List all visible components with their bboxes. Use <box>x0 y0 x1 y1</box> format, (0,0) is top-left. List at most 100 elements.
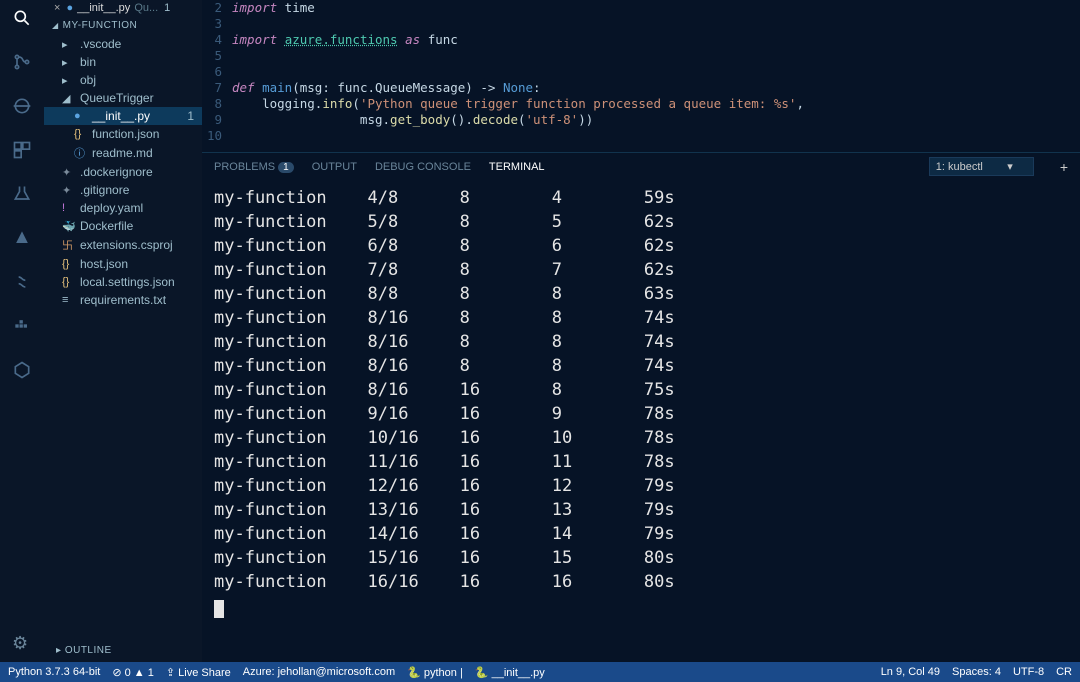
code-content: def main(msg: func.QueueMessage) -> None… <box>232 80 541 96</box>
terminal-selector[interactable]: 1: kubectl ▾ <box>929 157 1034 176</box>
problems-badge: 1 <box>278 162 294 173</box>
tree-item-label: deploy.yaml <box>80 201 143 215</box>
docker-icon[interactable] <box>10 314 34 338</box>
status-venv[interactable]: 🐍 python | <box>407 666 463 679</box>
status-problems[interactable]: ⊘ 0 ▲ 1 <box>112 666 154 679</box>
file-icon: ✦ <box>62 184 76 197</box>
file-icon: 卐 <box>62 237 76 253</box>
tree-item[interactable]: ✦.dockerignore <box>44 163 202 181</box>
tree-item[interactable]: {} local.settings.json <box>44 273 202 291</box>
modified-dot-icon: ● <box>66 2 73 14</box>
code-content: logging.info('Python queue trigger funct… <box>232 96 804 112</box>
code-line[interactable]: 9 msg.get_body().decode('utf-8')) <box>202 112 1080 128</box>
file-icon: {} <box>62 258 76 270</box>
status-cursor[interactable]: Ln 9, Col 49 <box>881 666 940 678</box>
line-number: 5 <box>202 48 232 64</box>
explorer-root[interactable]: ◢ MY-FUNCTION <box>44 16 202 35</box>
tree-item[interactable]: ✦.gitignore <box>44 181 202 199</box>
tree-item-label: extensions.csproj <box>80 238 173 252</box>
file-icon: {} <box>62 276 76 288</box>
tab-badge: 1 <box>164 2 170 14</box>
file-icon: {} <box>74 128 88 140</box>
code-line[interactable]: 5 <box>202 48 1080 64</box>
tree-item-label: .dockerignore <box>80 165 153 179</box>
explorer-sidebar: × ● __init__.py Qu... 1 ◢ MY-FUNCTION ▸.… <box>44 0 202 662</box>
code-editor[interactable]: 2import time34import azure.functions as … <box>202 0 1080 152</box>
file-icon: ● <box>74 110 88 122</box>
tab-debug-console[interactable]: DEBUG CONSOLE <box>375 161 471 173</box>
code-line[interactable]: 4import azure.functions as func <box>202 32 1080 48</box>
extensions-icon[interactable] <box>10 138 34 162</box>
tree-item[interactable]: {} host.json <box>44 255 202 273</box>
azure-icon[interactable] <box>10 226 34 250</box>
tree-item[interactable]: ▸.vscode <box>44 35 202 53</box>
tree-item-label: .vscode <box>80 37 121 51</box>
tab-output[interactable]: OUTPUT <box>312 161 357 173</box>
file-icon: ! <box>62 202 76 214</box>
kubernetes-icon[interactable] <box>10 358 34 382</box>
tree-item[interactable]: ▸ obj <box>44 71 202 89</box>
search-icon[interactable] <box>10 6 34 30</box>
file-tree: ▸.vscode▸bin ▸ obj ◢QueueTrigger ● __init__.p… <box>44 35 202 309</box>
file-icon: ≡ <box>62 294 76 306</box>
explorer-root-label: MY-FUNCTION <box>63 20 138 31</box>
status-spaces[interactable]: Spaces: 4 <box>952 666 1001 678</box>
code-content: msg.get_body().decode('utf-8')) <box>232 112 593 128</box>
tree-item-badge: 1 <box>187 109 194 123</box>
tab-problems[interactable]: PROBLEMS1 <box>214 161 294 173</box>
line-number: 7 <box>202 80 232 96</box>
tree-item-label: local.settings.json <box>80 275 175 289</box>
tree-item[interactable]: ▸bin <box>44 53 202 71</box>
open-editor-tab[interactable]: × ● __init__.py Qu... 1 <box>44 0 202 16</box>
tree-item[interactable]: ● __init__.py 1 <box>44 107 202 125</box>
editor-area: 2import time34import azure.functions as … <box>202 0 1080 662</box>
chevron-down-icon: ◢ <box>52 21 59 30</box>
terminal[interactable]: my-function 4/8 8 4 59s my-function 5/8 … <box>202 180 1080 662</box>
code-line[interactable]: 6 <box>202 64 1080 80</box>
code-content: import time <box>232 0 315 16</box>
tree-item[interactable]: ≡requirements.txt <box>44 291 202 309</box>
tree-item-label: obj <box>80 73 96 87</box>
file-icon: 🐳 <box>62 220 76 233</box>
panel-tabs: PROBLEMS1 OUTPUT DEBUG CONSOLE TERMINAL … <box>202 152 1080 180</box>
tree-item[interactable]: ⓘreadme.md <box>44 143 202 163</box>
tree-item-label: bin <box>80 55 96 69</box>
source-control-icon[interactable] <box>10 50 34 74</box>
code-line[interactable]: 8 logging.info('Python queue trigger fun… <box>202 96 1080 112</box>
tab-terminal[interactable]: TERMINAL <box>489 161 545 173</box>
gear-icon[interactable]: ⚙ <box>12 633 28 654</box>
status-bar: Python 3.7.3 64-bit ⊘ 0 ▲ 1 ⇪ Live Share… <box>0 662 1080 682</box>
close-icon[interactable]: × <box>54 2 60 14</box>
test-icon[interactable] <box>10 182 34 206</box>
status-file[interactable]: 🐍 __init__.py <box>475 666 545 679</box>
code-line[interactable]: 7def main(msg: func.QueueMessage) -> Non… <box>202 80 1080 96</box>
line-number: 8 <box>202 96 232 112</box>
debug-icon[interactable] <box>10 94 34 118</box>
line-number: 9 <box>202 112 232 128</box>
status-eol[interactable]: CR <box>1056 666 1072 678</box>
tree-item-label: Dockerfile <box>80 219 133 233</box>
tree-item[interactable]: 🐳 Dockerfile <box>44 217 202 235</box>
tree-item-label: __init__.py <box>92 109 150 123</box>
code-line[interactable]: 3 <box>202 16 1080 32</box>
code-line[interactable]: 10 <box>202 128 1080 144</box>
status-liveshare[interactable]: ⇪ Live Share <box>166 666 231 679</box>
new-terminal-button[interactable]: + <box>1060 159 1068 175</box>
status-encoding[interactable]: UTF-8 <box>1013 666 1044 678</box>
tree-item[interactable]: 卐 extensions.csproj <box>44 235 202 255</box>
live-preview-icon[interactable] <box>10 270 34 294</box>
status-azure[interactable]: Azure: jehollan@microsoft.com <box>243 666 395 678</box>
status-python[interactable]: Python 3.7.3 64-bit <box>8 666 100 678</box>
outline-section[interactable]: ▸ OUTLINE <box>48 641 120 660</box>
tree-item-label: readme.md <box>92 146 153 160</box>
tree-item[interactable]: {}function.json <box>44 125 202 143</box>
line-number: 6 <box>202 64 232 80</box>
file-icon: ▸ <box>62 74 76 87</box>
tree-item[interactable]: ! deploy.yaml <box>44 199 202 217</box>
tree-item-label: host.json <box>80 257 128 271</box>
code-line[interactable]: 2import time <box>202 0 1080 16</box>
terminal-cursor <box>214 600 224 618</box>
tree-item[interactable]: ◢QueueTrigger <box>44 89 202 107</box>
line-number: 2 <box>202 0 232 16</box>
tree-item-label: QueueTrigger <box>80 91 154 105</box>
